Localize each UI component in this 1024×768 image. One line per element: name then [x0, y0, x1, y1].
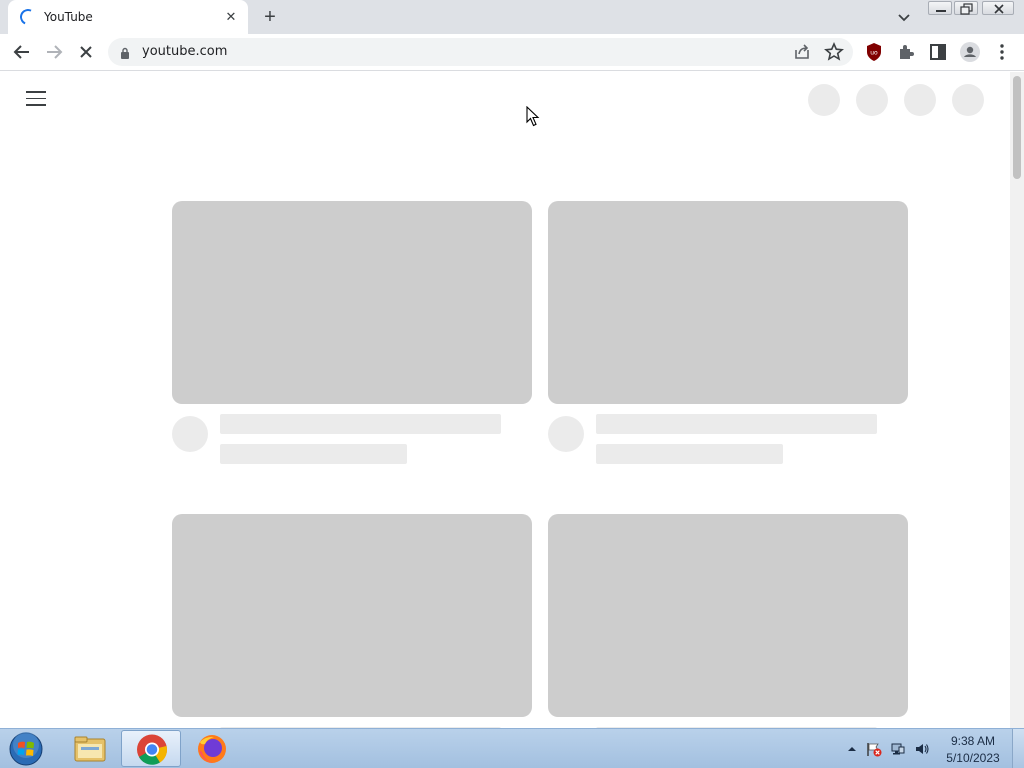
video-thumbnail-placeholder	[172, 201, 532, 404]
show-hidden-icons-icon[interactable]	[844, 741, 860, 757]
title-line-placeholder	[220, 414, 501, 434]
tab-title: YouTube	[44, 10, 93, 24]
tab-search-chevron-icon[interactable]	[894, 7, 914, 27]
window-minimize-button[interactable]	[928, 1, 952, 15]
forward-icon[interactable]	[42, 40, 66, 64]
page-scrollbar[interactable]	[1010, 72, 1024, 728]
svg-text:uo: uo	[870, 50, 878, 57]
taskbar-chrome-button[interactable]	[121, 730, 181, 767]
profile-icon[interactable]	[958, 40, 982, 64]
clock-date[interactable]: 5/10/2023	[940, 751, 1006, 765]
bookmark-star-icon[interactable]	[822, 40, 846, 64]
meta-line-placeholder	[596, 444, 783, 464]
clock-time[interactable]: 9:38 AM	[940, 734, 1006, 748]
lock-icon[interactable]	[120, 46, 130, 64]
header-placeholder-circle	[952, 84, 984, 116]
back-icon[interactable]	[10, 40, 34, 64]
video-thumbnail-placeholder	[548, 201, 908, 404]
taskbar-firefox-button[interactable]	[182, 730, 242, 767]
channel-avatar-placeholder	[172, 416, 208, 452]
show-desktop-button[interactable]	[1012, 729, 1024, 768]
stop-loading-icon[interactable]	[74, 40, 98, 64]
address-bar[interactable]: youtube.com	[108, 38, 853, 66]
mouse-cursor-icon	[526, 105, 540, 132]
taskbar-explorer-button[interactable]	[60, 730, 120, 767]
menu-icon[interactable]	[990, 40, 1014, 64]
start-button[interactable]	[6, 731, 46, 767]
window-restore-button[interactable]	[954, 1, 978, 15]
network-icon[interactable]	[890, 741, 906, 757]
screen: YouTube ✕ + youtube.com uo 9:38 AM 5/10/…	[0, 0, 1024, 768]
meta-line-placeholder	[220, 444, 407, 464]
loading-spinner-icon	[17, 6, 39, 28]
new-tab-button[interactable]: +	[258, 5, 282, 29]
header-placeholder-circle	[904, 84, 936, 116]
header-placeholder-circle	[856, 84, 888, 116]
volume-icon[interactable]	[914, 741, 930, 757]
tab-youtube[interactable]: YouTube ✕	[8, 0, 248, 34]
title-line-placeholder	[596, 414, 877, 434]
share-icon[interactable]	[790, 40, 814, 64]
video-thumbnail-placeholder	[548, 514, 908, 717]
url-text[interactable]: youtube.com	[142, 44, 227, 59]
side-panel-icon[interactable]	[926, 40, 950, 64]
tab-close-icon[interactable]: ✕	[223, 9, 239, 25]
action-center-flag-icon[interactable]	[866, 741, 882, 757]
extensions-icon[interactable]	[894, 40, 918, 64]
hamburger-menu-icon[interactable]	[26, 91, 46, 106]
header-placeholder-circle	[808, 84, 840, 116]
scrollbar-thumb[interactable]	[1013, 76, 1021, 179]
video-thumbnail-placeholder	[172, 514, 532, 717]
youtube-page	[0, 72, 1010, 728]
ublock-icon[interactable]: uo	[862, 40, 886, 64]
browser-toolbar: youtube.com uo	[0, 34, 1024, 71]
windows-taskbar: 9:38 AM 5/10/2023	[0, 728, 1024, 768]
tab-strip: YouTube ✕ +	[0, 0, 1024, 34]
channel-avatar-placeholder	[548, 416, 584, 452]
window-close-button[interactable]	[982, 1, 1014, 15]
